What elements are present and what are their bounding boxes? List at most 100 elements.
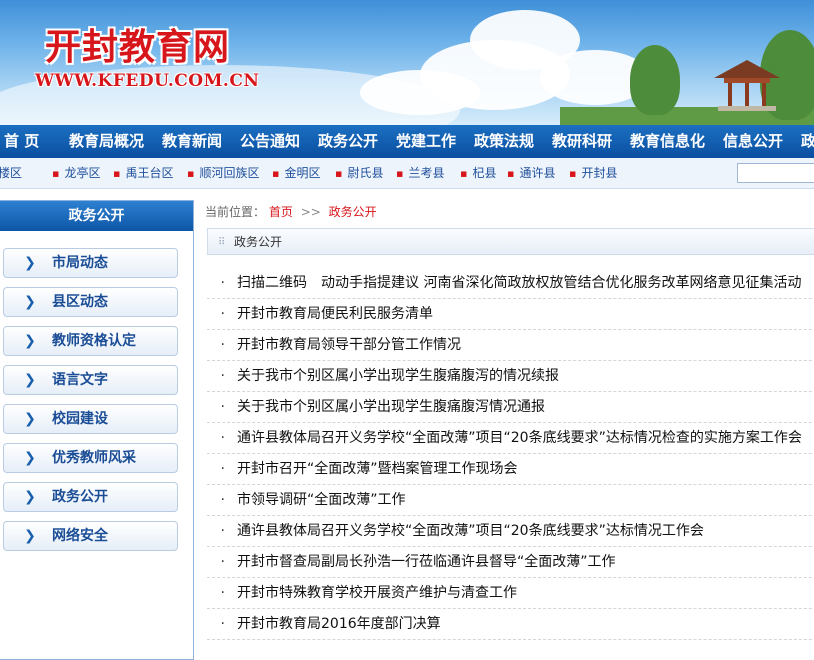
sidebar-item-security[interactable]: ❯ 网络安全 <box>3 521 178 551</box>
breadcrumb: 当前位置： 首页 >> 政务公开 <box>205 200 814 224</box>
news-item[interactable]: · 开封市教育局领导干部分管工作情况 <box>207 330 814 361</box>
search-input[interactable] <box>737 163 814 183</box>
district-link[interactable]: ▪ 兰考县 <box>396 158 444 188</box>
nav-item-research[interactable]: 教研科研 <box>552 125 612 158</box>
sidebar-item-campus[interactable]: ❯ 校园建设 <box>3 404 178 434</box>
section-header: ⠿ 政务公开 <box>207 228 814 255</box>
news-title[interactable]: 通许县教体局召开义务学校“全面改薄”项目“20条底线要求”达标情况检查的实施方案… <box>237 430 802 446</box>
district-label: 金明区 <box>284 166 321 180</box>
sidebar-item-label: 语言文字 <box>52 372 108 388</box>
news-item[interactable]: · 扫描二维码 动动手指提建议 河南省深化简政放权放管结合优化服务改革网络意见征集… <box>207 268 814 299</box>
news-title[interactable]: 开封市特殊教育学校开展资产维护与清查工作 <box>237 585 517 601</box>
sidebar-item-city-news[interactable]: ❯ 市局动态 <box>3 248 178 278</box>
sidebar-item-label: 市局动态 <box>52 255 108 271</box>
sidebar-item-teachers[interactable]: ❯ 优秀教师风采 <box>3 443 178 473</box>
bullet-icon: ▪ <box>569 167 577 180</box>
bullet-icon: ▪ <box>335 167 343 180</box>
news-title[interactable]: 市领导调研“全面改薄”工作 <box>237 492 406 508</box>
news-title[interactable]: 扫描二维码 动动手指提建议 河南省深化简政放权放管结合优化服务改革网络意见征集活… <box>237 275 801 291</box>
nav-item-party[interactable]: 党建工作 <box>396 125 456 158</box>
news-item[interactable]: · 通许县教体局召开义务学校“全面改薄”项目“20条底线要求”达标情况检查的实施方… <box>207 423 814 454</box>
breadcrumb-prefix: 当前位置： <box>205 205 266 219</box>
news-item[interactable]: · 关于我市个别区属小学出现学生腹痛腹泻情况通报 <box>207 392 814 423</box>
bullet-icon: ▪ <box>113 167 121 180</box>
chevron-right-icon: ❯ <box>24 450 36 466</box>
news-title[interactable]: 开封市教育局领导干部分管工作情况 <box>237 337 461 353</box>
bullet-icon: ▪ <box>460 167 468 180</box>
bullet-icon: · <box>220 554 225 570</box>
sidebar-item-label: 教师资格认定 <box>52 333 136 349</box>
district-link[interactable]: ▪ 通许县 <box>507 158 555 188</box>
bullet-icon: · <box>220 399 225 415</box>
bullet-icon: ▪ <box>507 167 515 180</box>
news-title[interactable]: 开封市教育局便民利民服务清单 <box>237 306 433 322</box>
bullet-icon: · <box>220 337 225 353</box>
district-link[interactable]: ▪ 尉氏县 <box>335 158 383 188</box>
news-title[interactable]: 开封市召开“全面改薄”暨档案管理工作现场会 <box>237 461 518 477</box>
sidebar-item-county-news[interactable]: ❯ 县区动态 <box>3 287 178 317</box>
grip-icon: ⠿ <box>218 237 226 248</box>
district-link[interactable]: ▪ 金明区 <box>272 158 320 188</box>
bullet-icon: · <box>220 492 225 508</box>
news-title[interactable]: 通许县教体局召开义务学校“全面改薄”项目“20条底线要求”达标情况工作会 <box>237 523 704 539</box>
district-link[interactable]: ▪ 开封县 <box>569 158 617 188</box>
news-item[interactable]: · 开封市督查局副局长孙浩一行莅临通许县督导“全面改薄”工作 <box>207 547 814 578</box>
nav-item-home[interactable]: 首 页 <box>4 125 39 158</box>
nav-item-disclosure[interactable]: 信息公开 <box>723 125 783 158</box>
bullet-icon: · <box>220 306 225 322</box>
bullet-icon: · <box>220 368 225 384</box>
chevron-right-icon: ❯ <box>24 372 36 388</box>
site-title: 开封教育网 <box>45 26 231 68</box>
news-title[interactable]: 开封市教育局2016年度部门决算 <box>237 616 441 632</box>
news-title[interactable]: 开封市督查局副局长孙浩一行莅临通许县督导“全面改薄”工作 <box>237 554 616 570</box>
sidebar-item-teacher-cert[interactable]: ❯ 教师资格认定 <box>3 326 178 356</box>
chevron-right-icon: ❯ <box>24 489 36 505</box>
bullet-icon: · <box>220 616 225 632</box>
news-title[interactable]: 关于我市个别区属小学出现学生腹痛腹泻的情况续报 <box>237 368 559 384</box>
banner-tree <box>630 45 680 115</box>
news-item[interactable]: · 关于我市个别区属小学出现学生腹痛腹泻的情况续报 <box>207 361 814 392</box>
bullet-icon: ▪ <box>52 167 60 180</box>
sidebar-title: 政务公开 <box>0 201 193 231</box>
nav-item-it[interactable]: 教育信息化 <box>630 125 705 158</box>
district-label: 禹王台区 <box>125 166 174 180</box>
site-url: WWW.KFEDU.COM.CN <box>35 71 260 91</box>
nav-item-about[interactable]: 教育局概况 <box>69 125 144 158</box>
sidebar-item-language[interactable]: ❯ 语言文字 <box>3 365 178 395</box>
nav-item-more[interactable]: 政 <box>801 125 814 158</box>
news-item[interactable]: · 通许县教体局召开义务学校“全面改薄”项目“20条底线要求”达标情况工作会 <box>207 516 814 547</box>
bullet-icon: · <box>220 461 225 477</box>
district-link[interactable]: ▪ 顺河回族区 <box>187 158 259 188</box>
sidebar-item-gov[interactable]: ❯ 政务公开 <box>3 482 178 512</box>
news-item[interactable]: · 开封市教育局2016年度部门决算 <box>207 609 814 640</box>
district-link[interactable]: ▪ 龙亭区 <box>52 158 100 188</box>
bullet-icon: ▪ <box>272 167 280 180</box>
sidebar: 政务公开 ❯ 市局动态 ❯ 县区动态 ❯ 教师资格认定 ❯ 语言文字 ❯ 校园建设 ❯ 优秀… <box>0 200 194 660</box>
nav-item-policy[interactable]: 政策法规 <box>474 125 534 158</box>
district-link[interactable]: ▪ 杞县 <box>460 158 496 188</box>
news-item[interactable]: · 开封市教育局便民利民服务清单 <box>207 299 814 330</box>
district-label: 兰考县 <box>408 166 445 180</box>
nav-item-gov[interactable]: 政务公开 <box>318 125 378 158</box>
main-nav: 首 页 教育局概况 教育新闻 公告通知 政务公开 党建工作 政策法规 教研科研 … <box>0 125 814 158</box>
sidebar-item-label: 县区动态 <box>52 294 108 310</box>
district-label: 开封县 <box>581 166 618 180</box>
bullet-icon: · <box>220 523 225 539</box>
breadcrumb-home-link[interactable]: 首页 <box>269 205 293 219</box>
news-title[interactable]: 关于我市个别区属小学出现学生腹痛腹泻情况通报 <box>237 399 545 415</box>
breadcrumb-separator: >> <box>300 205 321 219</box>
district-link[interactable]: 鼓楼区 <box>0 158 22 188</box>
pavilion-icon <box>714 60 780 111</box>
nav-item-news[interactable]: 教育新闻 <box>162 125 222 158</box>
district-link[interactable]: ▪ 禹王台区 <box>113 158 173 188</box>
breadcrumb-current-link[interactable]: 政务公开 <box>329 205 377 219</box>
news-item[interactable]: · 开封市特殊教育学校开展资产维护与清查工作 <box>207 578 814 609</box>
bullet-icon: ▪ <box>396 167 404 180</box>
district-label: 杞县 <box>472 166 497 180</box>
news-item[interactable]: · 市领导调研“全面改薄”工作 <box>207 485 814 516</box>
chevron-right-icon: ❯ <box>24 255 36 271</box>
site-banner: 开封教育网 WWW.KFEDU.COM.CN <box>0 0 814 125</box>
news-item[interactable]: · 开封市召开“全面改薄”暨档案管理工作现场会 <box>207 454 814 485</box>
nav-item-notices[interactable]: 公告通知 <box>240 125 300 158</box>
bullet-icon: · <box>220 275 225 291</box>
